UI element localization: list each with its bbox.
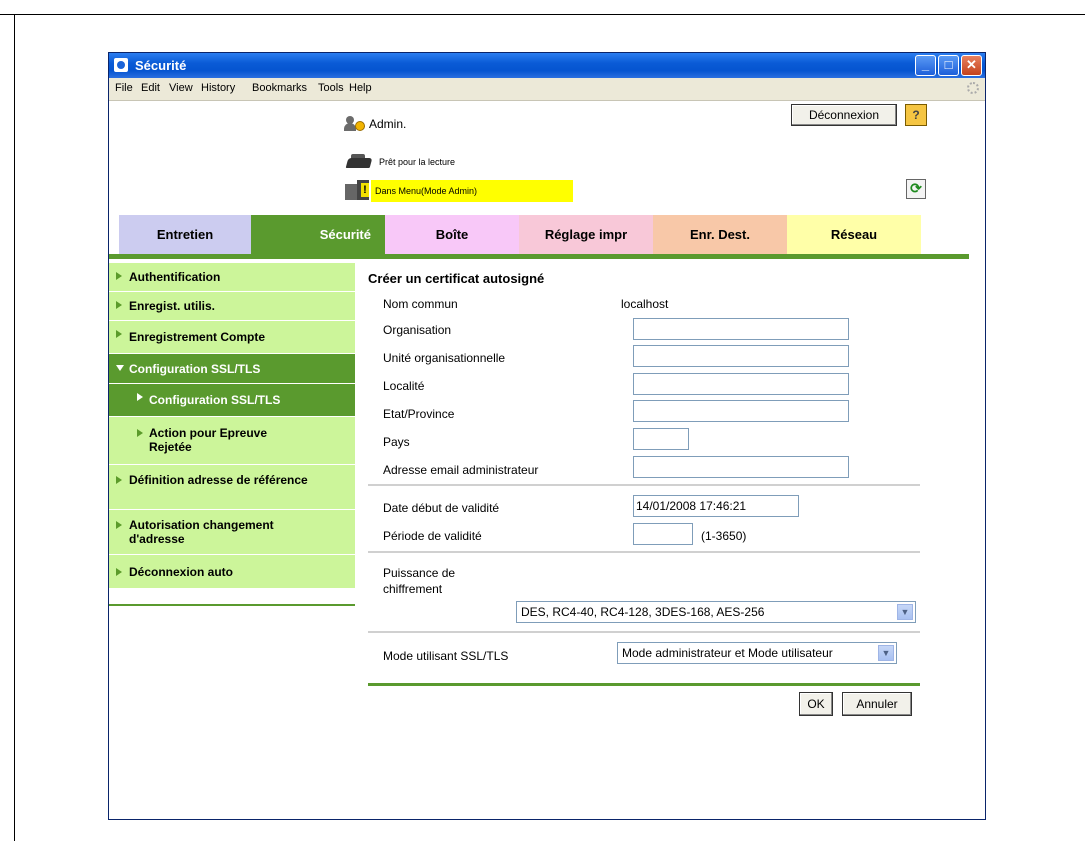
window-title: Sécurité xyxy=(135,58,187,73)
loading-throbber-icon xyxy=(967,82,979,94)
locality-field[interactable] xyxy=(633,373,849,395)
menu-file[interactable]: File xyxy=(115,82,133,94)
user-name: Admin. xyxy=(369,117,407,131)
tab-underline xyxy=(109,254,969,259)
triangle-right-icon xyxy=(116,568,122,576)
ok-button[interactable]: OK xyxy=(799,692,833,716)
common-name-value: localhost xyxy=(621,297,669,311)
menu-view[interactable]: View xyxy=(169,82,193,94)
close-button[interactable]: ✕ xyxy=(961,55,982,76)
page-frame-left xyxy=(14,14,15,841)
admin-user-icon xyxy=(344,114,366,132)
triangle-right-icon xyxy=(116,476,122,484)
logout-button[interactable]: Déconnexion xyxy=(791,104,897,126)
triangle-down-icon xyxy=(116,365,124,371)
menu-bar: File Edit View History Bookmarks Tools H… xyxy=(109,78,985,101)
country-field[interactable] xyxy=(633,428,689,450)
sidebar-item-label: Définition adresse de référence xyxy=(129,473,308,487)
sidebar-item-deconnexion-auto[interactable]: Déconnexion auto xyxy=(109,555,355,589)
state-label: Etat/Province xyxy=(383,407,455,421)
ssl-mode-select[interactable]: Mode administrateur et Mode utilisateur … xyxy=(617,642,897,664)
separator xyxy=(368,631,920,633)
start-date-field[interactable]: 14/01/2008 17:46:21 xyxy=(633,495,799,517)
period-label: Période de validité xyxy=(383,529,482,543)
refresh-icon[interactable]: ⟳ xyxy=(906,179,926,199)
menu-help[interactable]: Help xyxy=(349,82,372,94)
sidebar-item-authentification[interactable]: Authentification xyxy=(109,263,355,292)
sidebar-item-label: Autorisation changement d'adresse xyxy=(129,518,274,546)
sidebar-subitem-configuration-ssl-tls[interactable]: Configuration SSL/TLS xyxy=(109,384,355,417)
email-label: Adresse email administrateur xyxy=(383,463,539,477)
menu-history[interactable]: History xyxy=(201,82,235,94)
form-bottom-border xyxy=(368,683,920,686)
tab-entretien[interactable]: Entretien xyxy=(119,215,251,255)
sidebar-item-label: Déconnexion auto xyxy=(129,565,234,579)
tab-boite[interactable]: Boîte xyxy=(385,215,519,255)
page-frame-top xyxy=(0,14,1085,15)
triangle-right-icon xyxy=(116,272,122,280)
cipher-label-line1: Puissance de xyxy=(383,566,456,580)
sidebar-item-enregistrement-compte[interactable]: Enregistrement Compte xyxy=(109,321,355,354)
organisation-field[interactable] xyxy=(633,318,849,340)
device-mode-text: Dans Menu(Mode Admin) xyxy=(371,180,573,202)
triangle-right-icon xyxy=(137,393,143,401)
menu-edit[interactable]: Edit xyxy=(141,82,160,94)
device-warning-icon: ! xyxy=(345,180,371,200)
sidebar-item-enregist-utilis[interactable]: Enregist. utilis. xyxy=(109,292,355,321)
unit-field[interactable] xyxy=(633,345,849,367)
browser-window: Sécurité _ □ ✕ File Edit View History Bo… xyxy=(108,52,986,820)
country-label: Pays xyxy=(383,435,410,449)
email-field[interactable] xyxy=(633,456,849,478)
state-field[interactable] xyxy=(633,400,849,422)
browser-app-icon xyxy=(114,58,128,72)
ssl-mode-select-value: Mode administrateur et Mode utilisateur xyxy=(622,646,833,660)
ssl-mode-label: Mode utilisant SSL/TLS xyxy=(383,649,509,663)
sidebar-bottom-border xyxy=(109,604,355,606)
tab-reseau[interactable]: Réseau xyxy=(787,215,921,255)
cipher-select[interactable]: DES, RC4-40, RC4-128, 3DES-168, AES-256 … xyxy=(516,601,916,623)
sidebar-item-autorisation-changement[interactable]: Autorisation changement d'adresse xyxy=(109,510,355,555)
triangle-right-icon xyxy=(116,521,122,529)
maximize-button[interactable]: □ xyxy=(938,55,959,76)
minimize-button[interactable]: _ xyxy=(915,55,936,76)
separator xyxy=(368,484,920,486)
chevron-down-icon[interactable]: ▼ xyxy=(878,645,894,661)
chevron-down-icon[interactable]: ▼ xyxy=(897,604,913,620)
sidebar-item-label: Configuration SSL/TLS xyxy=(129,362,261,376)
unit-label: Unité organisationnelle xyxy=(383,351,506,365)
page-title: Créer un certificat autosigné xyxy=(368,271,545,286)
period-field[interactable] xyxy=(633,523,693,545)
printer-icon xyxy=(345,153,373,171)
tab-enr-dest[interactable]: Enr. Dest. xyxy=(653,215,787,255)
sidebar-item-definition-adresse[interactable]: Définition adresse de référence xyxy=(109,465,355,510)
sidebar-item-label: Enregist. utilis. xyxy=(129,299,216,313)
cipher-label-line2: chiffrement xyxy=(383,582,443,596)
cipher-select-value: DES, RC4-40, RC4-128, 3DES-168, AES-256 xyxy=(521,605,765,619)
period-range: (1-3650) xyxy=(701,529,747,543)
sidebar-item-label: Enregistrement Compte xyxy=(129,330,266,344)
sidebar-item-label: Action pour Epreuve Rejetée xyxy=(149,426,268,454)
tab-reglage-impr[interactable]: Réglage impr xyxy=(519,215,653,255)
title-bar: Sécurité _ □ ✕ xyxy=(109,53,985,78)
page-content: Admin. Déconnexion ? Prêt pour la lectur… xyxy=(109,101,985,819)
sidebar-item-label: Authentification xyxy=(129,270,221,284)
separator xyxy=(368,551,920,553)
triangle-right-icon xyxy=(116,301,122,309)
triangle-right-icon xyxy=(137,429,143,437)
menu-bookmarks[interactable]: Bookmarks xyxy=(252,82,307,94)
sidebar-item-configuration-ssl-tls[interactable]: Configuration SSL/TLS xyxy=(109,354,355,384)
cancel-button[interactable]: Annuler xyxy=(842,692,912,716)
help-button[interactable]: ? xyxy=(905,104,927,126)
locality-label: Localité xyxy=(383,379,425,393)
printer-status-text: Prêt pour la lecture xyxy=(379,157,456,167)
start-date-label: Date début de validité xyxy=(383,501,500,515)
menu-tools[interactable]: Tools xyxy=(318,82,344,94)
sidebar-subitem-action-epreuve-rejetee[interactable]: Action pour Epreuve Rejetée xyxy=(109,417,355,465)
sidebar-item-label: Configuration SSL/TLS xyxy=(149,393,281,407)
main-tabs: Entretien Sécurité Boîte Réglage impr En… xyxy=(109,215,921,255)
common-name-label: Nom commun xyxy=(383,297,458,311)
organisation-label: Organisation xyxy=(383,323,452,337)
triangle-right-icon xyxy=(116,330,122,338)
tab-securite[interactable]: Sécurité xyxy=(251,215,385,255)
